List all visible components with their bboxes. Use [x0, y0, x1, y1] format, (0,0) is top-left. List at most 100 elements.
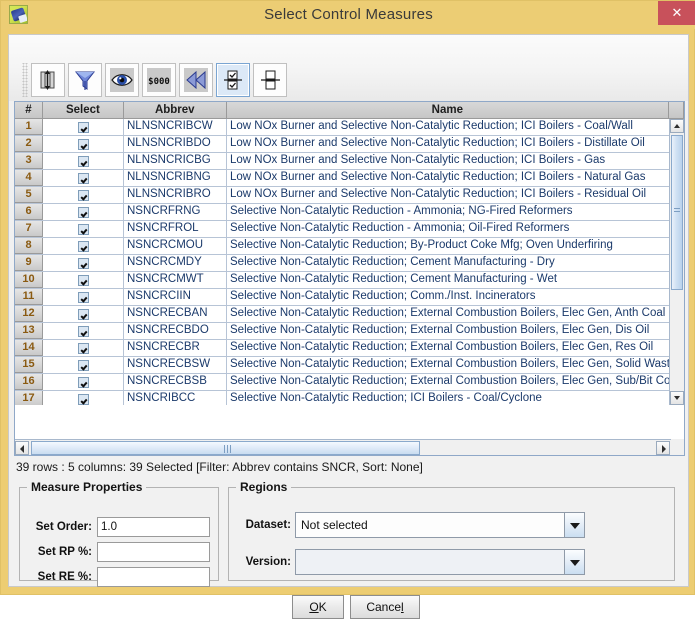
table-row[interactable]: 16 NSNCRECBSB Selective Non-Catalytic Redu…: [15, 374, 670, 391]
checkbox-checked-icon[interactable]: [77, 138, 89, 150]
column-header-abbrev[interactable]: Abbrev: [123, 102, 227, 119]
version-combobox[interactable]: [295, 549, 585, 575]
cost-button[interactable]: $000: [142, 63, 176, 97]
table-row[interactable]: 10 NSNCRCMWT Selective Non-Catalytic Reduc…: [15, 272, 670, 289]
checkbox-checked-icon[interactable]: [77, 240, 89, 252]
table-row[interactable]: 6 NSNCRFRNG Selective Non-Catalytic Reduct…: [15, 204, 670, 221]
row-number[interactable]: 7: [15, 221, 43, 237]
row-number[interactable]: 16: [15, 374, 43, 390]
row-select-cell[interactable]: [43, 289, 124, 305]
checkbox-checked-icon[interactable]: [77, 393, 89, 405]
row-select-cell[interactable]: [43, 119, 124, 135]
row-select-cell[interactable]: [43, 374, 124, 390]
checkbox-checked-icon[interactable]: [77, 342, 89, 354]
table-row[interactable]: 7 NSNCRFROL Selective Non-Catalytic Reduct…: [15, 221, 670, 238]
checkbox-checked-icon[interactable]: [77, 325, 89, 337]
table-row[interactable]: 8 NSNCRCMOU Selective Non-Catalytic Reduct…: [15, 238, 670, 255]
row-select-cell[interactable]: [43, 238, 124, 254]
row-number[interactable]: 2: [15, 136, 43, 152]
horizontal-scroll-thumb[interactable]: [31, 441, 420, 455]
row-number[interactable]: 11: [15, 289, 43, 305]
row-select-cell[interactable]: [43, 357, 124, 373]
table-row[interactable]: 1 NLNSNCRIBCW Low NOx Burner and Selective…: [15, 119, 670, 136]
row-number[interactable]: 4: [15, 170, 43, 186]
set-rp-input[interactable]: [97, 542, 210, 562]
column-header-select[interactable]: Select: [42, 102, 124, 119]
row-number[interactable]: 6: [15, 204, 43, 220]
checkbox-checked-icon[interactable]: [77, 155, 89, 167]
row-select-cell[interactable]: [43, 391, 124, 405]
checkbox-checked-icon[interactable]: [77, 376, 89, 388]
select-all-button[interactable]: [216, 63, 250, 97]
column-header-name[interactable]: Name: [226, 102, 669, 119]
table-row[interactable]: 13 NSNCRECBDO Selective Non-Catalytic Redu…: [15, 323, 670, 340]
table-row[interactable]: 15 NSNCRECBSW Selective Non-Catalytic Redu…: [15, 357, 670, 374]
table-row[interactable]: 9 NSNCRCMDY Selective Non-Catalytic Reduct…: [15, 255, 670, 272]
chevron-down-icon[interactable]: [564, 512, 585, 538]
close-icon[interactable]: ✕: [658, 1, 695, 25]
checkbox-checked-icon[interactable]: [77, 189, 89, 201]
row-number[interactable]: 17: [15, 391, 43, 405]
filter-button[interactable]: [68, 63, 102, 97]
row-select-cell[interactable]: [43, 187, 124, 203]
row-select-cell[interactable]: [43, 136, 124, 152]
view-button[interactable]: [105, 63, 139, 97]
row-select-cell[interactable]: [43, 204, 124, 220]
row-select-cell[interactable]: [43, 340, 124, 356]
table-row[interactable]: 11 NSNCRCIIN Selective Non-Catalytic Reduc…: [15, 289, 670, 306]
row-number[interactable]: 1: [15, 119, 43, 135]
checkbox-checked-icon[interactable]: [77, 223, 89, 235]
row-number[interactable]: 8: [15, 238, 43, 254]
checkbox-checked-icon[interactable]: [77, 206, 89, 218]
set-order-input[interactable]: 1.0: [97, 517, 210, 537]
ok-button[interactable]: OK: [292, 595, 344, 619]
rewind-button[interactable]: [179, 63, 213, 97]
checkbox-checked-icon[interactable]: [77, 172, 89, 184]
version-value: [295, 549, 564, 575]
row-select-cell[interactable]: [43, 153, 124, 169]
horizontal-scrollbar[interactable]: [15, 439, 684, 455]
checkbox-checked-icon[interactable]: [77, 359, 89, 371]
scroll-left-icon[interactable]: [15, 441, 29, 455]
table-row[interactable]: 4 NLNSNCRIBNG Low NOx Burner and Selective…: [15, 170, 670, 187]
set-re-input[interactable]: [97, 567, 210, 587]
row-select-cell[interactable]: [43, 255, 124, 271]
row-number[interactable]: 14: [15, 340, 43, 356]
vertical-scroll-thumb[interactable]: [671, 135, 683, 290]
toolbar-drag-handle[interactable]: [22, 63, 28, 97]
checkbox-checked-icon[interactable]: [77, 291, 89, 303]
row-number[interactable]: 9: [15, 255, 43, 271]
row-select-cell[interactable]: [43, 170, 124, 186]
checkbox-checked-icon[interactable]: [77, 257, 89, 269]
table-row[interactable]: 3 NLNSNCRICBG Low NOx Burner and Selective…: [15, 153, 670, 170]
column-header-number[interactable]: #: [15, 102, 43, 119]
checkbox-checked-icon[interactable]: [77, 308, 89, 320]
table-row[interactable]: 14 NSNCRECBR Selective Non-Catalytic Reduc…: [15, 340, 670, 357]
row-number[interactable]: 15: [15, 357, 43, 373]
sort-columns-button[interactable]: [31, 63, 65, 97]
table-row[interactable]: 17 NSNCRIBCC Selective Non-Catalytic Reduc…: [15, 391, 670, 405]
row-select-cell[interactable]: [43, 306, 124, 322]
table-row[interactable]: 2 NLNSNCRIBDO Low NOx Burner and Selective…: [15, 136, 670, 153]
row-number[interactable]: 12: [15, 306, 43, 322]
vertical-scrollbar[interactable]: [669, 119, 684, 405]
clear-selection-button[interactable]: [253, 63, 287, 97]
table-row[interactable]: 5 NLNSNCRIBRO Low NOx Burner and Selective…: [15, 187, 670, 204]
checkbox-checked-icon[interactable]: [77, 274, 89, 286]
row-select-cell[interactable]: [43, 221, 124, 237]
row-select-cell[interactable]: [43, 272, 124, 288]
scroll-up-icon[interactable]: [670, 119, 684, 133]
row-number[interactable]: 5: [15, 187, 43, 203]
table-row[interactable]: 12 NSNCRECBAN Selective Non-Catalytic Redu…: [15, 306, 670, 323]
dataset-combobox[interactable]: Not selected: [295, 512, 585, 538]
chevron-down-icon[interactable]: [564, 549, 585, 575]
row-select-cell[interactable]: [43, 323, 124, 339]
scroll-right-icon[interactable]: [656, 441, 670, 455]
cancel-button[interactable]: Cancel: [350, 595, 420, 619]
row-number[interactable]: 10: [15, 272, 43, 288]
scroll-down-icon[interactable]: [670, 391, 684, 405]
row-abbrev: NSNCRFRNG: [124, 204, 227, 220]
checkbox-checked-icon[interactable]: [77, 121, 89, 133]
row-number[interactable]: 13: [15, 323, 43, 339]
row-number[interactable]: 3: [15, 153, 43, 169]
